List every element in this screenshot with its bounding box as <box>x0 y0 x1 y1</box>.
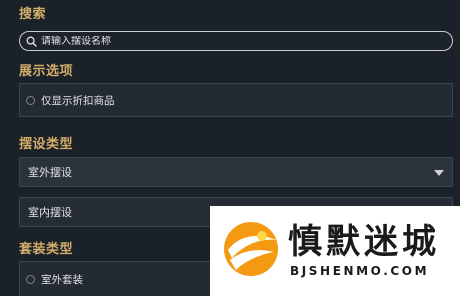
brand-domain: BJSHENMO.COM <box>290 264 430 278</box>
furnishing-type-heading: 摆设类型 <box>19 137 74 152</box>
search-icon <box>26 36 37 47</box>
furnishing-type-select[interactable]: 室外摆设 <box>19 157 453 187</box>
display-options-heading: 展示选项 <box>19 64 74 79</box>
discount-only-option[interactable]: 仅显示折扣商品 <box>20 84 452 116</box>
search-field[interactable] <box>19 31 453 51</box>
outdoor-set-label: 室外套装 <box>41 273 83 286</box>
search-heading: 搜索 <box>19 7 47 22</box>
brand-name-cn: 慎默迷城 <box>288 222 440 262</box>
display-options-panel: 仅显示折扣商品 <box>19 83 453 117</box>
chevron-down-icon[interactable] <box>434 170 444 176</box>
brand-logo-icon <box>224 222 278 276</box>
indoor-option-label: 室内摆设 <box>28 206 72 219</box>
furnishing-type-selected-value: 室外摆设 <box>28 166 72 179</box>
outdoor-set-radio[interactable] <box>26 274 35 284</box>
set-type-heading: 套装类型 <box>19 242 74 257</box>
search-input[interactable] <box>41 35 421 47</box>
discount-only-radio[interactable] <box>26 95 35 105</box>
discount-only-label: 仅显示折扣商品 <box>41 94 115 107</box>
watermark-overlay: 慎默迷城 BJSHENMO.COM <box>210 206 460 296</box>
